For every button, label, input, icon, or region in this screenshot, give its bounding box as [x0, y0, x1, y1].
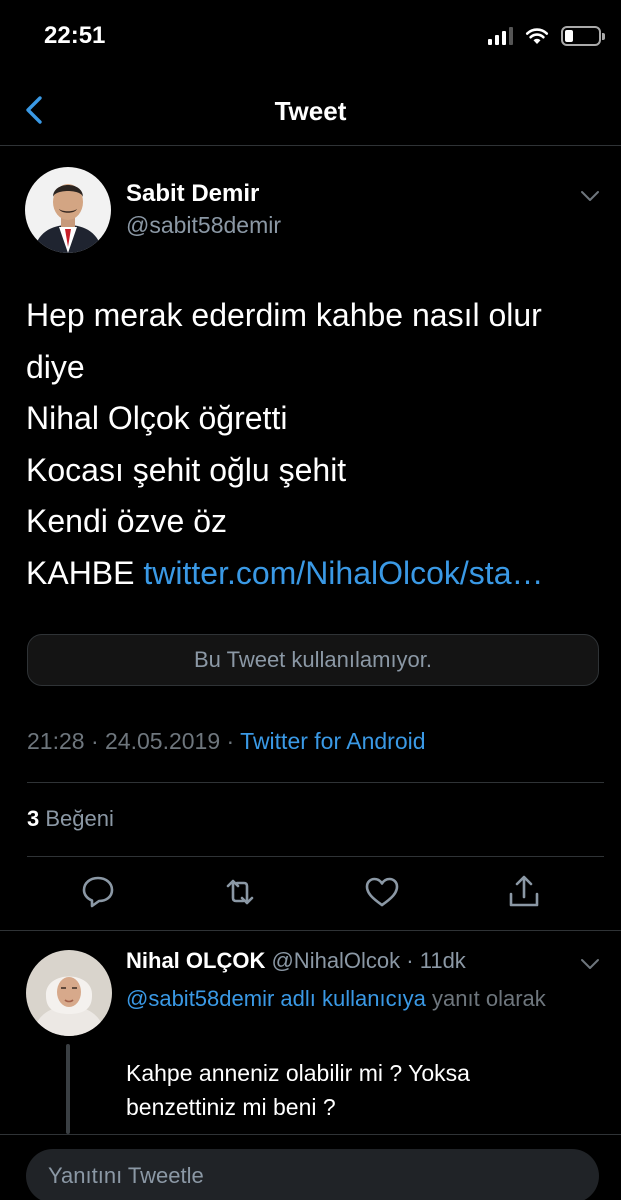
battery-icon: [561, 26, 605, 46]
replying-to: @sabit58demir adlı kullanıcıya yanıt ola…: [126, 982, 566, 1016]
tweet-line-prefix: KAHBE: [26, 554, 144, 591]
divider: [0, 930, 621, 931]
reply-author-handle[interactable]: @NihalOlcok: [271, 948, 400, 973]
tweet-line: Kocası şehit oğlu şehit: [26, 451, 347, 488]
wifi-icon: [525, 28, 549, 44]
tweet-line: Hep merak ederdim kahbe nasıl olur: [26, 297, 542, 333]
tweet-meta: 21:28 · 24.05.2019 · Twitter for Android: [27, 728, 426, 755]
like-count: 3: [27, 806, 40, 831]
tweet-line: diye: [26, 348, 85, 385]
divider: [27, 856, 604, 857]
retweet-icon[interactable]: [220, 872, 260, 912]
reply-input[interactable]: [26, 1149, 599, 1200]
status-time: 22:51: [44, 22, 106, 49]
status-icons: [488, 26, 605, 46]
meta-separator: ·: [220, 728, 241, 754]
author-handle[interactable]: @sabit58demir: [126, 212, 281, 239]
reply-age: · 11dk: [406, 948, 466, 973]
signal-icon: [488, 27, 513, 45]
reply-mention-link[interactable]: @sabit58demir adlı kullanıcıya: [126, 986, 426, 1011]
reply-header: Nihal OLÇOK @NihalOlcok · 11dk: [126, 948, 466, 974]
tweet-actions: [0, 872, 621, 914]
tweet-date: 24.05.2019: [105, 728, 221, 754]
reply-text: Kahpe anneniz olabilir mi ? Yoksa benzet…: [126, 1060, 470, 1120]
like-label: Beğeni: [39, 806, 114, 831]
tweet-last-line: KAHBE twitter.com/NihalOlcok/sta…: [26, 548, 596, 600]
author-name[interactable]: Sabit Demir: [126, 180, 259, 208]
tweet-line: Nihal Olçok öğretti: [26, 400, 288, 436]
meta-separator: ·: [84, 728, 106, 754]
reply-bubble-icon[interactable]: [78, 872, 118, 912]
status-bar: 22:51: [0, 0, 621, 78]
replying-to-suffix: yanıt olarak: [425, 986, 546, 1011]
reply-author-name[interactable]: Nihal OLÇOK: [126, 948, 265, 973]
share-icon[interactable]: [504, 872, 544, 912]
tweet-time: 21:28: [27, 728, 85, 754]
heart-icon[interactable]: [362, 872, 402, 912]
compose-bar: [0, 1134, 621, 1200]
likes-count-link[interactable]: 3 Beğeni: [27, 806, 114, 832]
page-title: Tweet: [274, 96, 347, 126]
chevron-down-icon[interactable]: [579, 188, 601, 204]
thread-line: [66, 1044, 70, 1134]
tweet-line: Kendi özve öz: [26, 503, 228, 539]
tweet-source-link[interactable]: Twitter for Android: [240, 728, 425, 754]
quoted-tweet-unavailable: Bu Tweet kullanılamıyor.: [27, 634, 599, 686]
tweet-link[interactable]: twitter.com/NihalOlcok/sta…: [143, 555, 543, 591]
divider: [27, 782, 604, 783]
chevron-down-icon[interactable]: [579, 956, 601, 972]
tweet-text: Hep merak ederdim kahbe nasıl olur diye …: [26, 290, 596, 599]
avatar[interactable]: [25, 167, 111, 253]
avatar[interactable]: [26, 950, 112, 1036]
nav-bar: Tweet: [0, 78, 621, 146]
